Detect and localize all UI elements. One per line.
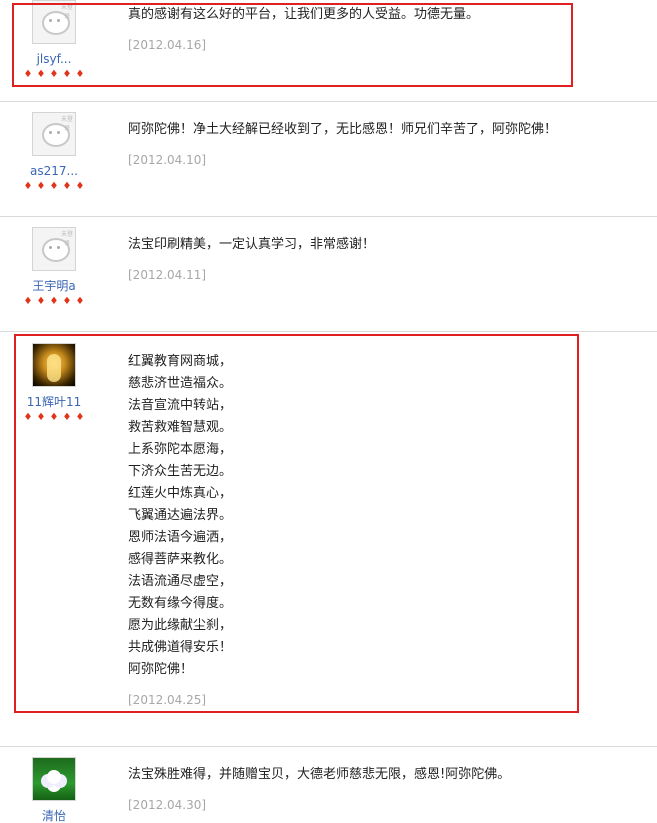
highlight-box	[12, 3, 573, 87]
default-avatar-icon[interactable]: 未登录	[32, 227, 76, 271]
gem-icon: ♦	[23, 296, 33, 307]
gem-icon: ♦	[49, 181, 59, 192]
divider	[0, 746, 657, 747]
gem-icon: ♦	[36, 296, 46, 307]
lotus-flower-avatar[interactable]	[32, 757, 76, 801]
review-date: [2012.04.10]	[128, 153, 207, 167]
username-link[interactable]: 清怡	[10, 809, 98, 823]
username-link[interactable]: 王宇明a	[10, 279, 98, 293]
gem-icon: ♦	[36, 181, 46, 192]
gem-icon: ♦	[75, 296, 85, 307]
username-link[interactable]: as217...	[10, 164, 98, 178]
default-avatar-icon[interactable]: 未登录	[32, 112, 76, 156]
gem-icon: ♦	[23, 181, 33, 192]
gem-icon: ♦	[49, 296, 59, 307]
divider	[0, 101, 657, 102]
rating-stars: ♦ ♦ ♦ ♦ ♦	[10, 297, 98, 307]
review-text: 阿弥陀佛！净土大经解已经收到了，无比感恩！师兄们辛苦了，阿弥陀佛！	[128, 122, 558, 137]
gem-icon: ♦	[62, 181, 72, 192]
divider	[0, 331, 657, 332]
gem-icon: ♦	[75, 181, 85, 192]
highlight-box	[14, 334, 579, 713]
review-date: [2012.04.11]	[128, 268, 207, 282]
rating-stars: ♦ ♦ ♦ ♦ ♦	[10, 182, 98, 192]
review-text: 法宝殊胜难得，并随赠宝贝，大德老师慈悲无限，感恩!阿弥陀佛。	[128, 767, 511, 782]
divider	[0, 216, 657, 217]
review-text: 法宝印刷精美，一定认真学习，非常感谢！	[128, 237, 376, 252]
gem-icon: ♦	[62, 296, 72, 307]
